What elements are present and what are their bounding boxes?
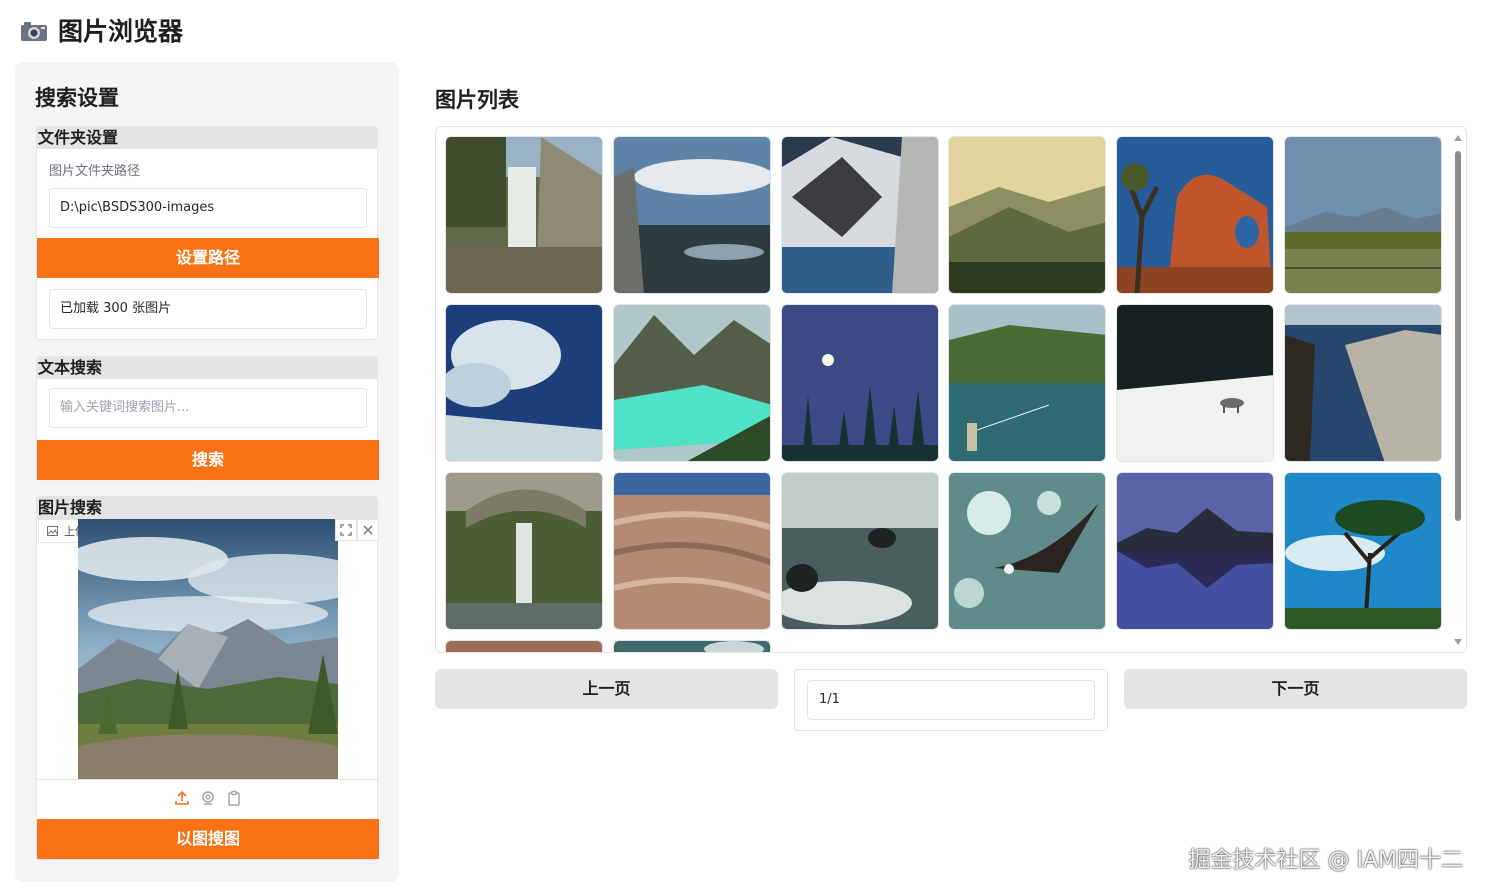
text-search-block: 文本搜索 输入关键词搜索图片... 搜索 bbox=[36, 356, 379, 480]
gallery-thumb-hazy-hills[interactable] bbox=[948, 136, 1106, 294]
keyword-search-input[interactable]: 输入关键词搜索图片... bbox=[49, 388, 367, 428]
folder-path-label: 图片文件夹路径 bbox=[49, 164, 141, 179]
page-indicator-box: 1/1 bbox=[794, 669, 1108, 731]
panel-heading: 搜索设置 bbox=[35, 86, 119, 110]
gallery-thumb-reflection-lake[interactable] bbox=[1116, 472, 1274, 630]
gallery-thumb-rocky-coast[interactable] bbox=[1284, 304, 1442, 462]
app-title-text: 图片浏览器 bbox=[58, 17, 184, 46]
gallery-thumb-partial-1[interactable] bbox=[445, 640, 603, 652]
gallery-thumb-eagle-flying[interactable] bbox=[948, 472, 1106, 630]
text-search-label: 文本搜索 bbox=[37, 357, 377, 379]
gallery-thumb-rock-lake-clouds[interactable] bbox=[613, 136, 771, 294]
gallery-thumb-fisherman-lake[interactable] bbox=[948, 304, 1106, 462]
gallery-thumb-wolf-in-snow[interactable] bbox=[1116, 304, 1274, 462]
app-title: 图片浏览器 bbox=[20, 12, 183, 48]
camera-icon bbox=[20, 19, 48, 41]
search-settings-panel: 搜索设置 文件夹设置 图片文件夹路径 D:\pic\BSDS300-images… bbox=[15, 62, 399, 882]
close-icon[interactable] bbox=[357, 519, 379, 541]
gallery-thumb-turquoise-lake[interactable] bbox=[613, 304, 771, 462]
scroll-up-arrow-icon[interactable] bbox=[1454, 135, 1462, 141]
scrollbar-thumb[interactable] bbox=[1455, 151, 1461, 521]
folder-settings-block: 文件夹设置 图片文件夹路径 D:\pic\BSDS300-images 设置路径… bbox=[36, 126, 379, 340]
set-path-button[interactable]: 设置路径 bbox=[37, 238, 379, 278]
image-search-label: 图片搜索 bbox=[37, 497, 377, 519]
webcam-icon[interactable] bbox=[200, 790, 216, 810]
image-source-bar bbox=[37, 779, 379, 819]
next-page-button[interactable]: 下一页 bbox=[1124, 669, 1467, 709]
gallery-thumb-moon-night-trees[interactable] bbox=[781, 304, 939, 462]
gallery-thumb-waterfall-cliff[interactable] bbox=[445, 136, 603, 294]
gallery-thumb-sea-rocks[interactable] bbox=[781, 472, 939, 630]
gallery-thumb-tree-sky[interactable] bbox=[1284, 472, 1442, 630]
scroll-down-arrow-icon[interactable] bbox=[1454, 639, 1462, 645]
page-indicator-input[interactable]: 1/1 bbox=[807, 680, 1095, 720]
image-gallery[interactable] bbox=[435, 126, 1467, 653]
gallery-thumb-red-rock-arch[interactable] bbox=[1116, 136, 1274, 294]
image-list-heading: 图片列表 bbox=[435, 88, 519, 112]
image-search-button[interactable]: 以图搜图 bbox=[37, 819, 379, 859]
image-search-block: 图片搜索 上传搜索图片 bbox=[36, 496, 379, 860]
folder-path-input[interactable]: D:\pic\BSDS300-images bbox=[49, 188, 367, 228]
gallery-thumb-cloudy-sky-snow[interactable] bbox=[445, 304, 603, 462]
fullscreen-icon[interactable] bbox=[335, 519, 357, 541]
query-image bbox=[78, 519, 338, 779]
gallery-thumb-layered-rocks[interactable] bbox=[613, 472, 771, 630]
gallery-thumb-bridge-waterfall[interactable] bbox=[445, 472, 603, 630]
gallery-thumb-partial-2[interactable] bbox=[613, 640, 771, 652]
gallery-thumb-mountain-meadow[interactable] bbox=[1284, 136, 1442, 294]
load-status-field: 已加载 300 张图片 bbox=[49, 289, 367, 329]
prev-page-button[interactable]: 上一页 bbox=[435, 669, 778, 709]
gallery-scrollbar[interactable] bbox=[1454, 135, 1462, 645]
clipboard-icon[interactable] bbox=[226, 790, 242, 810]
upload-icon[interactable] bbox=[174, 790, 190, 810]
gallery-thumb-snowy-mountains[interactable] bbox=[781, 136, 939, 294]
folder-settings-label: 文件夹设置 bbox=[37, 127, 377, 149]
watermark: 掘金技术社区 @ IAM四十二 bbox=[1188, 848, 1463, 873]
image-icon bbox=[47, 526, 58, 536]
search-button[interactable]: 搜索 bbox=[37, 440, 379, 480]
